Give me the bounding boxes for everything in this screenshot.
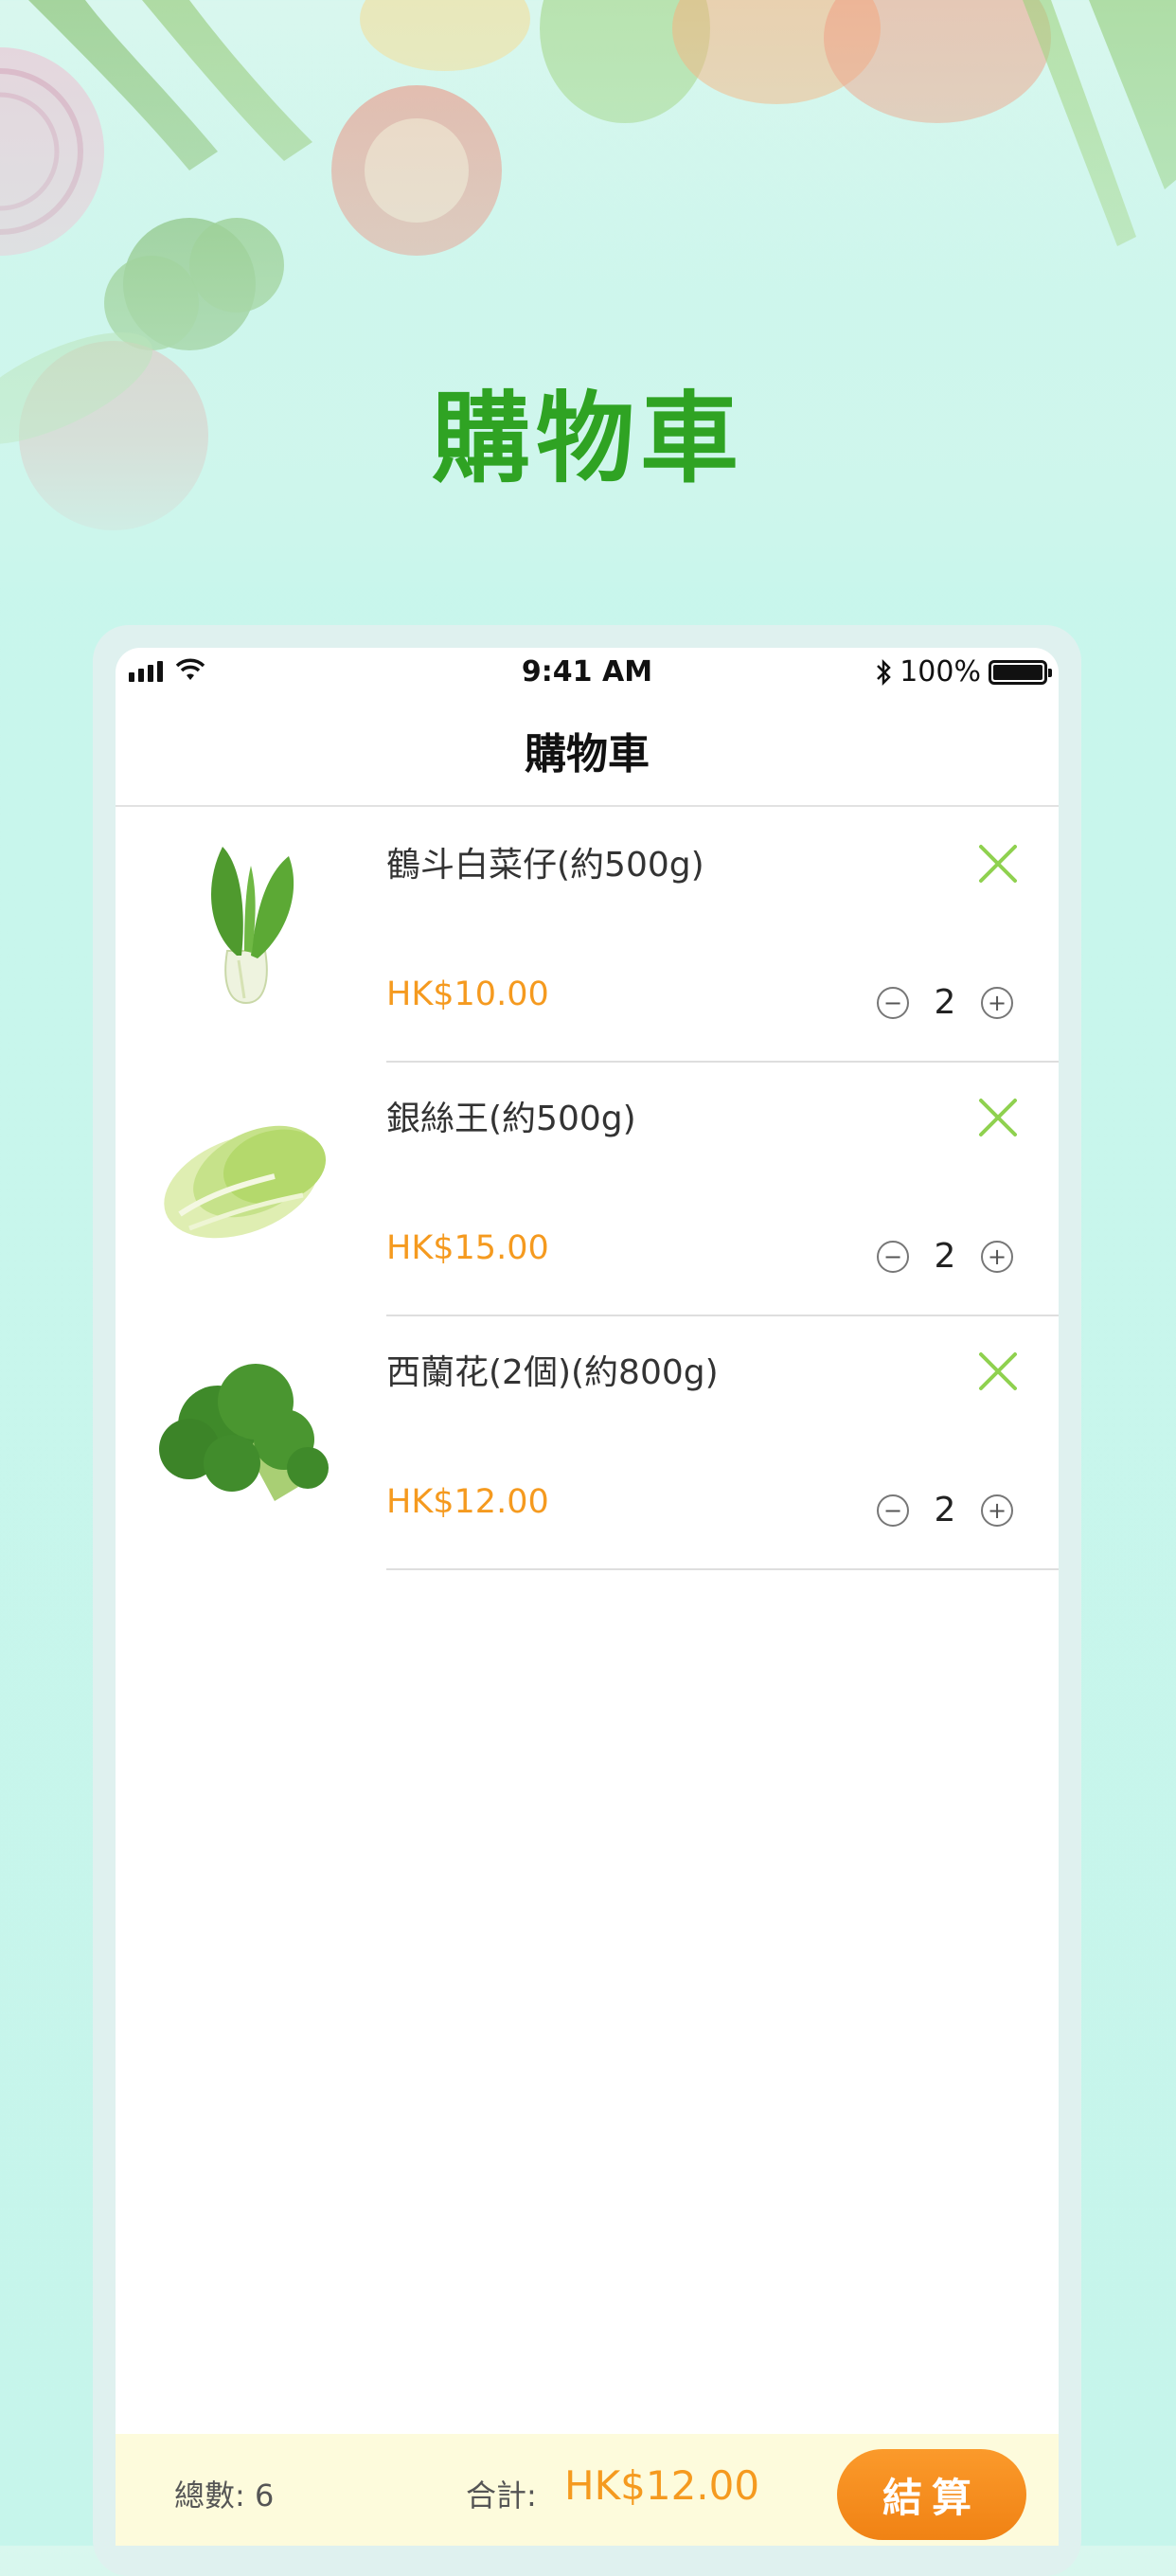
- remove-item-button[interactable]: [977, 843, 1019, 885]
- item-price: HK$10.00: [386, 975, 549, 1013]
- status-right-group: 100%: [875, 655, 1052, 689]
- bok-choy-image: [151, 828, 341, 1017]
- quantity-stepper: − 2 +: [877, 983, 1013, 1022]
- quantity-value: 2: [934, 983, 956, 1022]
- item-name: 銀絲王(約500g): [386, 1100, 636, 1138]
- promo-title: 購物車: [431, 381, 744, 496]
- item-divider: [386, 1568, 1059, 1570]
- item-price: HK$15.00: [386, 1229, 549, 1267]
- cart-item: 銀絲王(約500g) HK$15.00 − 2 +: [116, 1063, 1059, 1316]
- checkout-button[interactable]: 結算: [837, 2449, 1026, 2540]
- close-icon: [979, 845, 1017, 883]
- quantity-value: 2: [934, 1491, 956, 1530]
- battery-icon: [989, 659, 1052, 685]
- nav-title: 購物車: [525, 730, 650, 778]
- increase-quantity-button[interactable]: +: [981, 986, 1013, 1019]
- sum-value: HK$12.00: [564, 2462, 760, 2509]
- item-price: HK$12.00: [386, 1483, 549, 1521]
- close-icon: [979, 1099, 1017, 1136]
- remove-item-button[interactable]: [977, 1351, 1019, 1392]
- napa-cabbage-image: [151, 1082, 341, 1271]
- increase-quantity-button[interactable]: +: [981, 1240, 1013, 1273]
- bluetooth-icon: [877, 658, 891, 686]
- cart-item: 鶴斗白菜仔(約500g) HK$10.00 − 2 +: [116, 809, 1059, 1063]
- sum-label: 合計:: [466, 2478, 537, 2513]
- cart-item: 西蘭花(2個)(約800g) HK$12.00 − 2 +: [116, 1316, 1059, 1570]
- quantity-stepper: − 2 +: [877, 1237, 1013, 1276]
- item-name: 鶴斗白菜仔(約500g): [386, 846, 704, 885]
- nav-divider: [116, 805, 1059, 807]
- status-bar: 9:41 AM 100%: [116, 648, 1059, 705]
- close-icon: [979, 1352, 1017, 1390]
- phone-screen: 9:41 AM 100% 購物車 鶴斗白菜仔(約500g) HK$10.00 −…: [116, 648, 1059, 2546]
- checkout-bar: 總數: 6 合計: HK$12.00 結算: [116, 2434, 1059, 2546]
- quantity-stepper: − 2 +: [877, 1491, 1013, 1530]
- total-count: 總數: 6: [174, 2478, 275, 2513]
- decrease-quantity-button[interactable]: −: [877, 1494, 909, 1527]
- broccoli-image: [151, 1335, 341, 1525]
- decrease-quantity-button[interactable]: −: [877, 1240, 909, 1273]
- item-name: 西蘭花(2個)(約800g): [386, 1353, 719, 1392]
- decrease-quantity-button[interactable]: −: [877, 986, 909, 1019]
- battery-percent: 100%: [900, 655, 981, 689]
- quantity-value: 2: [934, 1237, 956, 1276]
- increase-quantity-button[interactable]: +: [981, 1494, 1013, 1527]
- remove-item-button[interactable]: [977, 1097, 1019, 1138]
